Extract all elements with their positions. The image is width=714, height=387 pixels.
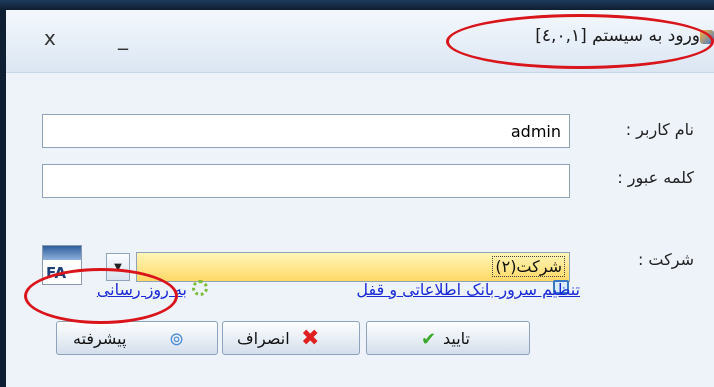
close-button[interactable]: x — [44, 26, 56, 50]
desktop-strip — [0, 0, 714, 10]
password-input[interactable] — [42, 164, 570, 198]
title-bar: x _ ورود به سیستم [٤,٠,١] — [6, 10, 714, 73]
checkmark-icon: ✔ — [421, 329, 437, 350]
red-x-icon: ✖ — [301, 326, 320, 351]
ok-button[interactable]: ✔ تایید — [366, 321, 530, 355]
cancel-button[interactable]: ✖ انصراف — [222, 321, 360, 355]
advanced-icon: ⊚ — [169, 329, 185, 350]
language-badge: FA — [46, 264, 67, 282]
advanced-button[interactable]: ⊚ پیشرفته — [56, 321, 218, 355]
gear-icon — [192, 280, 208, 296]
update-link[interactable]: به روز رسانی — [97, 280, 187, 299]
ok-label: تایید — [443, 329, 471, 348]
password-label: کلمه عبور : — [617, 168, 694, 187]
server-setup-link[interactable]: تنظیم سرور بانک اطلاعاتی و قفل — [356, 280, 580, 299]
dropdown-arrow-icon[interactable]: ▼ — [106, 253, 130, 281]
company-selected-value: شرکت(۲) — [492, 256, 565, 277]
username-input[interactable] — [42, 114, 570, 148]
cancel-label: انصراف — [237, 329, 290, 348]
minimize-button[interactable]: _ — [118, 26, 128, 50]
window-title: ورود به سیستم [٤,٠,١] — [535, 26, 700, 46]
company-label: شرکت : — [637, 250, 694, 269]
login-window: x _ ورود به سیستم [٤,٠,١] نام کاربر : کل… — [6, 10, 714, 387]
company-select[interactable]: شرکت(۲) — [136, 252, 570, 282]
advanced-label: پیشرفته — [73, 329, 127, 348]
app-icon — [700, 30, 714, 44]
username-label: نام کاربر : — [625, 120, 694, 139]
language-flag-icon[interactable]: FA — [42, 245, 82, 285]
